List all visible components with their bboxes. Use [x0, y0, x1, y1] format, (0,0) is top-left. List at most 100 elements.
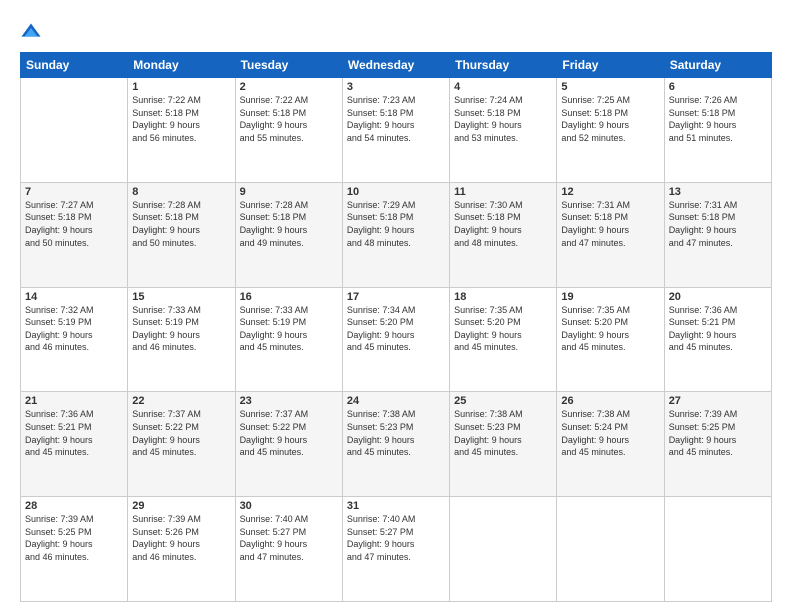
calendar-cell: 4Sunrise: 7:24 AM Sunset: 5:18 PM Daylig…	[450, 78, 557, 183]
calendar-cell: 21Sunrise: 7:36 AM Sunset: 5:21 PM Dayli…	[21, 392, 128, 497]
cell-content: Sunrise: 7:38 AM Sunset: 5:24 PM Dayligh…	[561, 408, 659, 458]
cell-content: Sunrise: 7:33 AM Sunset: 5:19 PM Dayligh…	[132, 304, 230, 354]
cell-content: Sunrise: 7:35 AM Sunset: 5:20 PM Dayligh…	[561, 304, 659, 354]
calendar-cell: 1Sunrise: 7:22 AM Sunset: 5:18 PM Daylig…	[128, 78, 235, 183]
day-header-saturday: Saturday	[664, 53, 771, 78]
day-number: 1	[132, 81, 230, 93]
logo	[20, 22, 46, 44]
calendar-cell: 2Sunrise: 7:22 AM Sunset: 5:18 PM Daylig…	[235, 78, 342, 183]
calendar-cell	[21, 78, 128, 183]
calendar-cell: 6Sunrise: 7:26 AM Sunset: 5:18 PM Daylig…	[664, 78, 771, 183]
cell-content: Sunrise: 7:39 AM Sunset: 5:26 PM Dayligh…	[132, 513, 230, 563]
day-number: 6	[669, 81, 767, 93]
day-number: 2	[240, 81, 338, 93]
calendar-cell: 10Sunrise: 7:29 AM Sunset: 5:18 PM Dayli…	[342, 182, 449, 287]
calendar-cell: 11Sunrise: 7:30 AM Sunset: 5:18 PM Dayli…	[450, 182, 557, 287]
cell-content: Sunrise: 7:22 AM Sunset: 5:18 PM Dayligh…	[132, 94, 230, 144]
header-row: SundayMondayTuesdayWednesdayThursdayFrid…	[21, 53, 772, 78]
day-header-friday: Friday	[557, 53, 664, 78]
calendar-cell: 14Sunrise: 7:32 AM Sunset: 5:19 PM Dayli…	[21, 287, 128, 392]
day-number: 12	[561, 186, 659, 198]
calendar-cell: 24Sunrise: 7:38 AM Sunset: 5:23 PM Dayli…	[342, 392, 449, 497]
cell-content: Sunrise: 7:35 AM Sunset: 5:20 PM Dayligh…	[454, 304, 552, 354]
calendar-cell	[450, 497, 557, 602]
cell-content: Sunrise: 7:31 AM Sunset: 5:18 PM Dayligh…	[669, 199, 767, 249]
cell-content: Sunrise: 7:33 AM Sunset: 5:19 PM Dayligh…	[240, 304, 338, 354]
calendar-cell: 7Sunrise: 7:27 AM Sunset: 5:18 PM Daylig…	[21, 182, 128, 287]
day-number: 4	[454, 81, 552, 93]
cell-content: Sunrise: 7:39 AM Sunset: 5:25 PM Dayligh…	[669, 408, 767, 458]
calendar-body: 1Sunrise: 7:22 AM Sunset: 5:18 PM Daylig…	[21, 78, 772, 602]
calendar-cell: 28Sunrise: 7:39 AM Sunset: 5:25 PM Dayli…	[21, 497, 128, 602]
day-number: 28	[25, 500, 123, 512]
day-number: 22	[132, 395, 230, 407]
calendar-cell	[664, 497, 771, 602]
day-number: 18	[454, 291, 552, 303]
cell-content: Sunrise: 7:34 AM Sunset: 5:20 PM Dayligh…	[347, 304, 445, 354]
calendar-table: SundayMondayTuesdayWednesdayThursdayFrid…	[20, 52, 772, 602]
week-row-5: 28Sunrise: 7:39 AM Sunset: 5:25 PM Dayli…	[21, 497, 772, 602]
calendar-cell: 23Sunrise: 7:37 AM Sunset: 5:22 PM Dayli…	[235, 392, 342, 497]
calendar-header: SundayMondayTuesdayWednesdayThursdayFrid…	[21, 53, 772, 78]
cell-content: Sunrise: 7:40 AM Sunset: 5:27 PM Dayligh…	[240, 513, 338, 563]
logo-icon	[20, 22, 42, 44]
cell-content: Sunrise: 7:32 AM Sunset: 5:19 PM Dayligh…	[25, 304, 123, 354]
cell-content: Sunrise: 7:30 AM Sunset: 5:18 PM Dayligh…	[454, 199, 552, 249]
calendar-cell: 26Sunrise: 7:38 AM Sunset: 5:24 PM Dayli…	[557, 392, 664, 497]
cell-content: Sunrise: 7:23 AM Sunset: 5:18 PM Dayligh…	[347, 94, 445, 144]
cell-content: Sunrise: 7:38 AM Sunset: 5:23 PM Dayligh…	[454, 408, 552, 458]
day-number: 25	[454, 395, 552, 407]
calendar-cell: 22Sunrise: 7:37 AM Sunset: 5:22 PM Dayli…	[128, 392, 235, 497]
day-number: 14	[25, 291, 123, 303]
cell-content: Sunrise: 7:25 AM Sunset: 5:18 PM Dayligh…	[561, 94, 659, 144]
day-header-sunday: Sunday	[21, 53, 128, 78]
day-number: 31	[347, 500, 445, 512]
day-number: 5	[561, 81, 659, 93]
calendar-cell: 29Sunrise: 7:39 AM Sunset: 5:26 PM Dayli…	[128, 497, 235, 602]
calendar-cell: 8Sunrise: 7:28 AM Sunset: 5:18 PM Daylig…	[128, 182, 235, 287]
calendar-cell: 18Sunrise: 7:35 AM Sunset: 5:20 PM Dayli…	[450, 287, 557, 392]
week-row-2: 7Sunrise: 7:27 AM Sunset: 5:18 PM Daylig…	[21, 182, 772, 287]
cell-content: Sunrise: 7:37 AM Sunset: 5:22 PM Dayligh…	[240, 408, 338, 458]
calendar-cell: 31Sunrise: 7:40 AM Sunset: 5:27 PM Dayli…	[342, 497, 449, 602]
day-header-tuesday: Tuesday	[235, 53, 342, 78]
cell-content: Sunrise: 7:36 AM Sunset: 5:21 PM Dayligh…	[25, 408, 123, 458]
day-number: 15	[132, 291, 230, 303]
calendar-cell: 3Sunrise: 7:23 AM Sunset: 5:18 PM Daylig…	[342, 78, 449, 183]
day-number: 7	[25, 186, 123, 198]
day-number: 30	[240, 500, 338, 512]
day-number: 20	[669, 291, 767, 303]
calendar-cell: 19Sunrise: 7:35 AM Sunset: 5:20 PM Dayli…	[557, 287, 664, 392]
calendar-cell: 20Sunrise: 7:36 AM Sunset: 5:21 PM Dayli…	[664, 287, 771, 392]
calendar-cell: 9Sunrise: 7:28 AM Sunset: 5:18 PM Daylig…	[235, 182, 342, 287]
calendar-cell: 16Sunrise: 7:33 AM Sunset: 5:19 PM Dayli…	[235, 287, 342, 392]
calendar-cell: 5Sunrise: 7:25 AM Sunset: 5:18 PM Daylig…	[557, 78, 664, 183]
day-number: 9	[240, 186, 338, 198]
cell-content: Sunrise: 7:37 AM Sunset: 5:22 PM Dayligh…	[132, 408, 230, 458]
calendar-cell: 25Sunrise: 7:38 AM Sunset: 5:23 PM Dayli…	[450, 392, 557, 497]
day-number: 10	[347, 186, 445, 198]
calendar-cell	[557, 497, 664, 602]
week-row-4: 21Sunrise: 7:36 AM Sunset: 5:21 PM Dayli…	[21, 392, 772, 497]
cell-content: Sunrise: 7:28 AM Sunset: 5:18 PM Dayligh…	[132, 199, 230, 249]
cell-content: Sunrise: 7:24 AM Sunset: 5:18 PM Dayligh…	[454, 94, 552, 144]
cell-content: Sunrise: 7:26 AM Sunset: 5:18 PM Dayligh…	[669, 94, 767, 144]
cell-content: Sunrise: 7:40 AM Sunset: 5:27 PM Dayligh…	[347, 513, 445, 563]
cell-content: Sunrise: 7:39 AM Sunset: 5:25 PM Dayligh…	[25, 513, 123, 563]
header	[20, 18, 772, 44]
calendar-cell: 13Sunrise: 7:31 AM Sunset: 5:18 PM Dayli…	[664, 182, 771, 287]
calendar-cell: 12Sunrise: 7:31 AM Sunset: 5:18 PM Dayli…	[557, 182, 664, 287]
day-number: 23	[240, 395, 338, 407]
day-number: 29	[132, 500, 230, 512]
cell-content: Sunrise: 7:29 AM Sunset: 5:18 PM Dayligh…	[347, 199, 445, 249]
day-number: 19	[561, 291, 659, 303]
cell-content: Sunrise: 7:31 AM Sunset: 5:18 PM Dayligh…	[561, 199, 659, 249]
cell-content: Sunrise: 7:22 AM Sunset: 5:18 PM Dayligh…	[240, 94, 338, 144]
day-number: 16	[240, 291, 338, 303]
week-row-1: 1Sunrise: 7:22 AM Sunset: 5:18 PM Daylig…	[21, 78, 772, 183]
day-number: 27	[669, 395, 767, 407]
day-number: 21	[25, 395, 123, 407]
cell-content: Sunrise: 7:27 AM Sunset: 5:18 PM Dayligh…	[25, 199, 123, 249]
day-number: 17	[347, 291, 445, 303]
day-number: 13	[669, 186, 767, 198]
